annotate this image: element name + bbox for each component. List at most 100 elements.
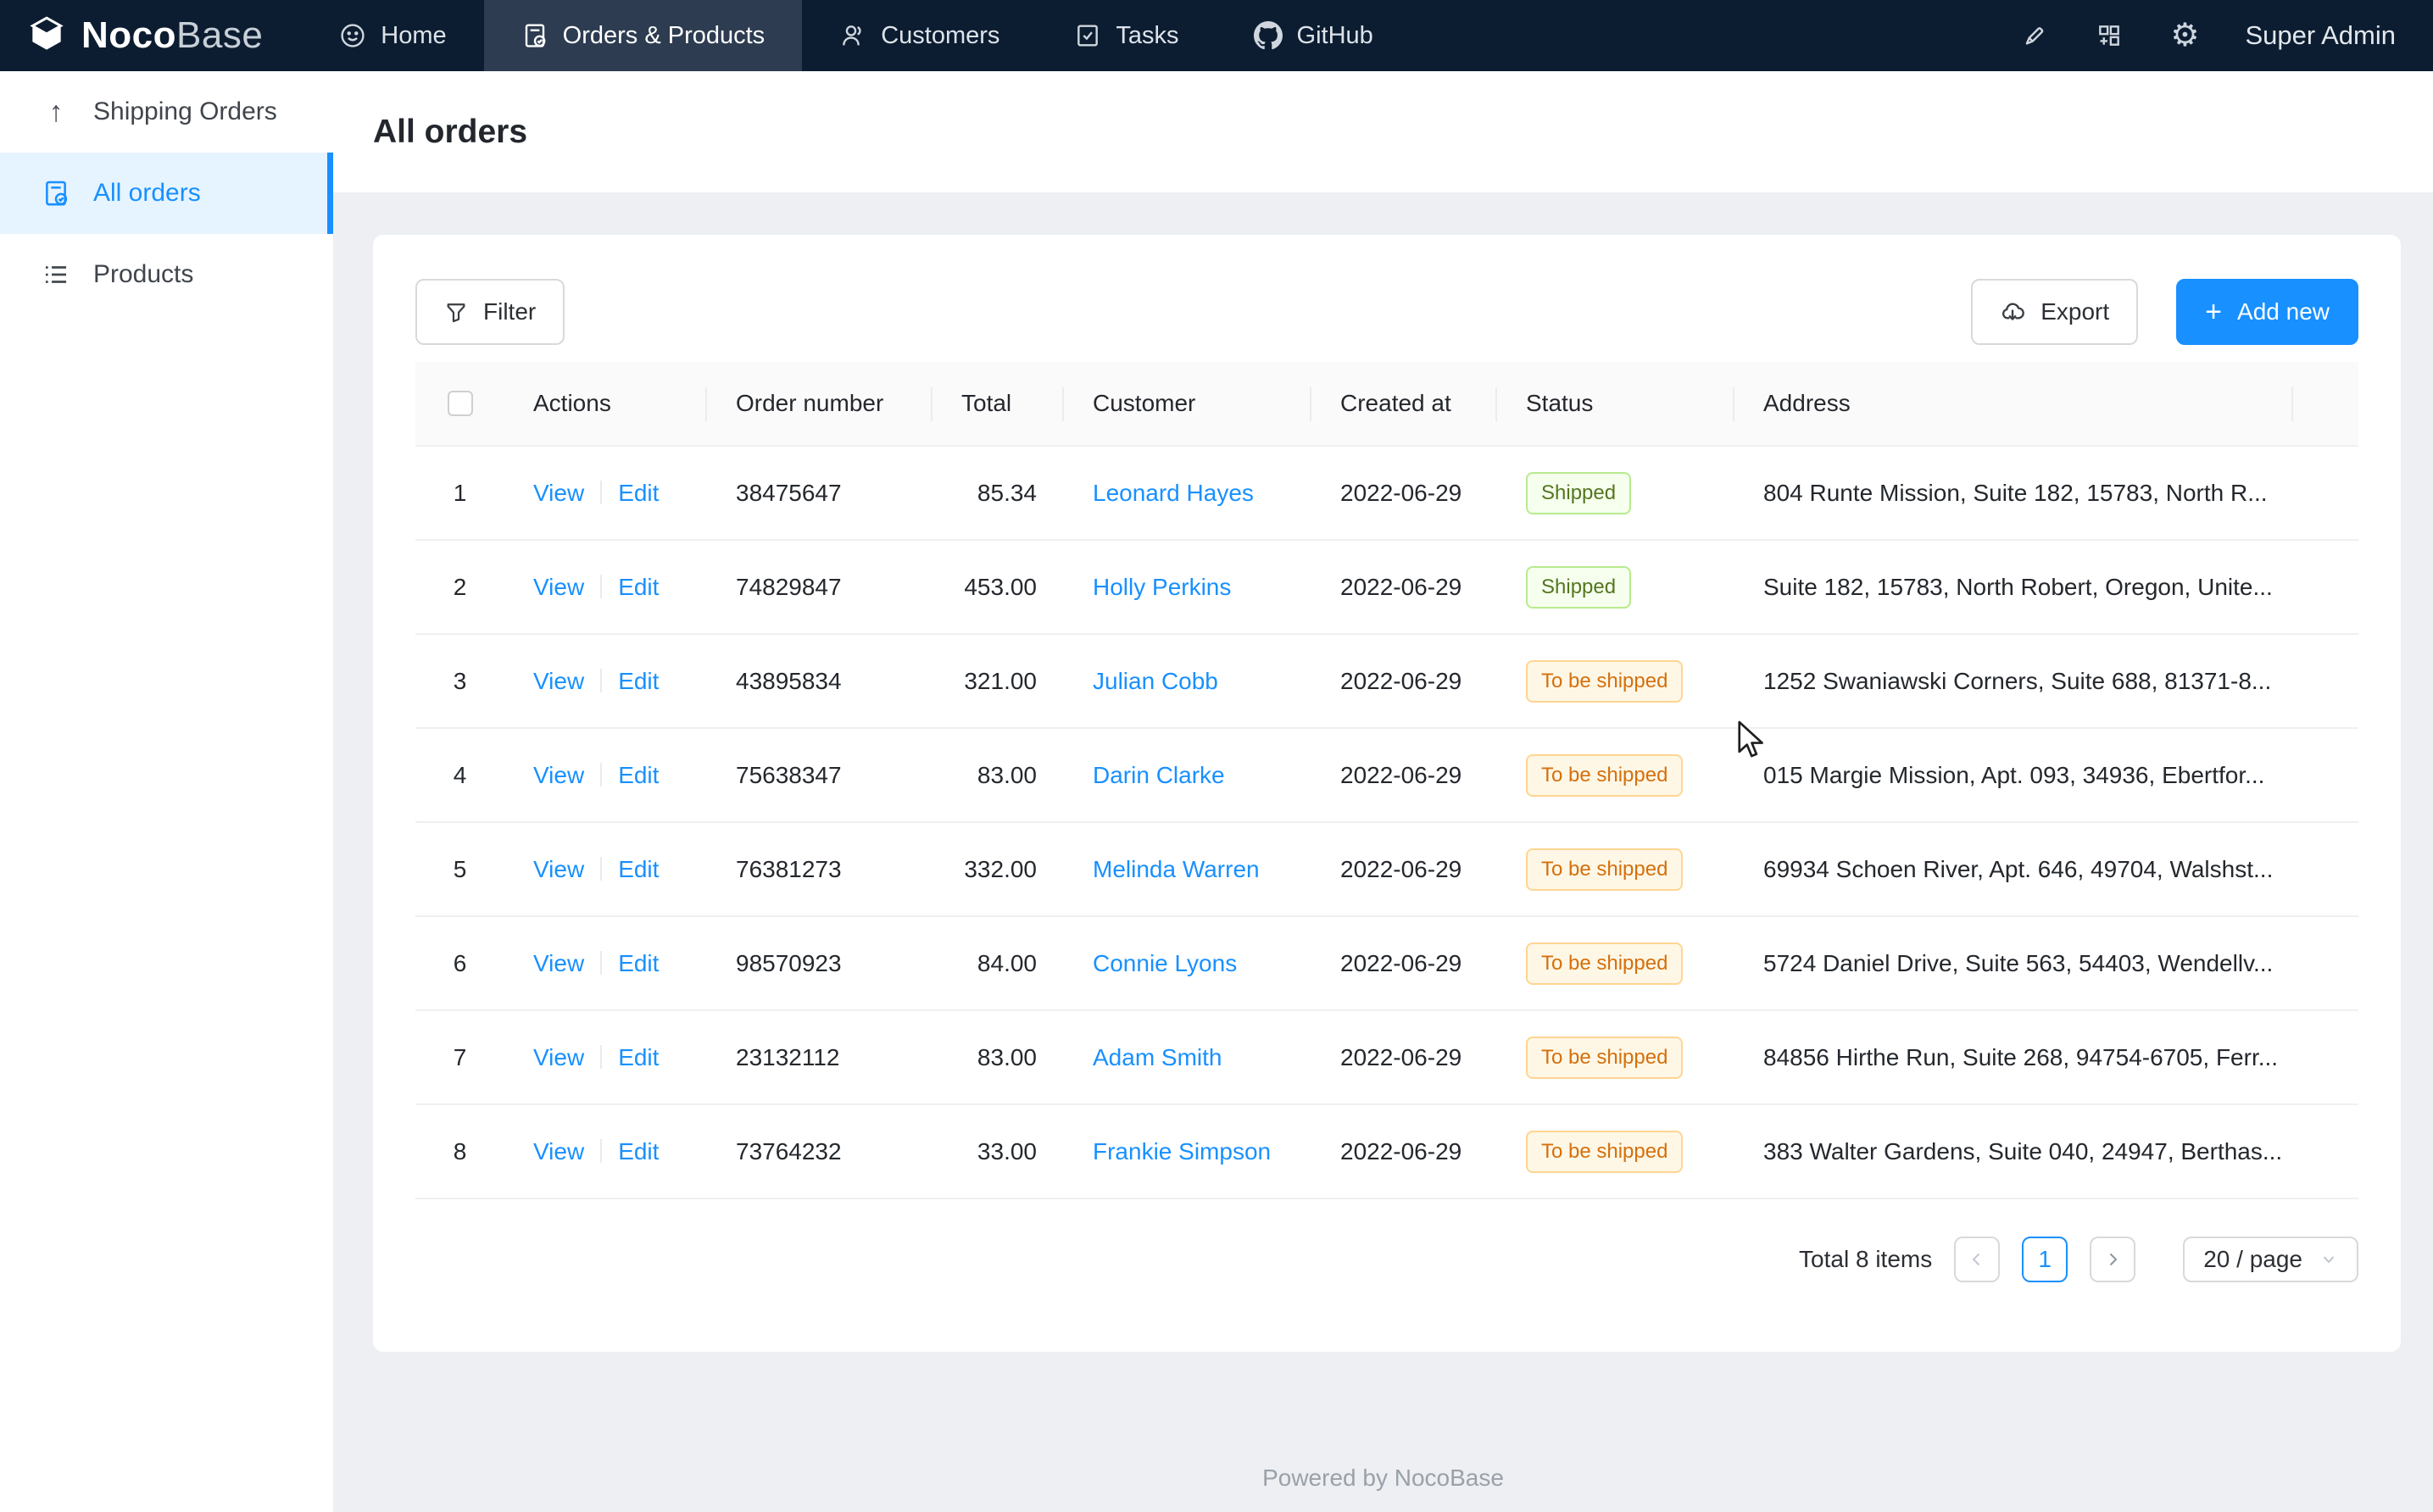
customer-link[interactable]: Julian Cobb: [1093, 668, 1218, 694]
customer-cell: Frankie Simpson: [1064, 1138, 1311, 1165]
table-row: 2 ViewEdit 74829847 453.00 Holly Perkins…: [415, 541, 2358, 635]
created-at-cell: 2022-06-29: [1311, 480, 1497, 507]
ui-editor-button[interactable]: [1997, 0, 2072, 71]
gear-icon: ⚙: [2170, 19, 2199, 52]
page-1-button[interactable]: 1: [2022, 1237, 2068, 1282]
edit-link[interactable]: Edit: [618, 856, 659, 882]
address-cell: 1252 Swaniawski Corners, Suite 688, 8137…: [1734, 668, 2293, 695]
person-icon: [839, 22, 866, 49]
customer-link[interactable]: Holly Perkins: [1093, 574, 1231, 600]
plugin-manager-button[interactable]: [2072, 0, 2146, 71]
order-number-cell: 74829847: [707, 574, 933, 601]
header-order-number: Order number: [707, 362, 933, 445]
total-cell: 33.00: [933, 1138, 1064, 1165]
row-index: 2: [415, 574, 504, 601]
header-total: Total: [933, 362, 1064, 445]
header-status: Status: [1497, 362, 1734, 445]
settings-button[interactable]: ⚙: [2146, 0, 2223, 71]
view-link[interactable]: View: [533, 480, 584, 506]
view-link[interactable]: View: [533, 1138, 584, 1165]
order-number-cell: 23132112: [707, 1044, 933, 1071]
filter-funnel-icon: [444, 300, 468, 324]
view-link[interactable]: View: [533, 950, 584, 976]
nav-item-github[interactable]: GitHub: [1216, 0, 1411, 71]
nocobase-logo[interactable]: NocoBase: [0, 14, 302, 57]
row-index: 6: [415, 950, 504, 977]
header-extra: [2293, 362, 2358, 445]
header-customer: Customer: [1064, 362, 1311, 445]
customer-cell: Darin Clarke: [1064, 762, 1311, 789]
edit-link[interactable]: Edit: [618, 668, 659, 694]
add-new-button[interactable]: + Add new: [2176, 279, 2358, 345]
page-size-select[interactable]: 20 / page: [2183, 1237, 2358, 1282]
nav-item-label: Customers: [881, 22, 999, 50]
created-at-cell: 2022-06-29: [1311, 950, 1497, 977]
edit-link[interactable]: Edit: [618, 574, 659, 600]
nav-item-label: GitHub: [1297, 22, 1373, 50]
order-document-icon: [521, 22, 548, 49]
table-row: 7 ViewEdit 23132112 83.00 Adam Smith 202…: [415, 1011, 2358, 1105]
total-cell: 85.34: [933, 480, 1064, 507]
view-link[interactable]: View: [533, 762, 584, 788]
top-navbar: NocoBase Home Orders & Products: [0, 0, 2433, 71]
next-page-button[interactable]: [2090, 1237, 2135, 1282]
user-menu[interactable]: Super Admin: [2246, 20, 2397, 51]
highlighter-icon: [2021, 22, 2048, 49]
sidebar-item-label: Products: [93, 260, 193, 289]
edit-link[interactable]: Edit: [618, 950, 659, 976]
customer-link[interactable]: Melinda Warren: [1093, 856, 1260, 882]
sidebar-item-shipping-orders[interactable]: ↑ Shipping Orders: [0, 71, 333, 153]
nav-item-tasks[interactable]: Tasks: [1037, 0, 1216, 71]
nocobase-logo-icon: [25, 14, 68, 57]
prev-page-button[interactable]: [1954, 1237, 2000, 1282]
nav-item-orders-products[interactable]: Orders & Products: [484, 0, 803, 71]
customer-cell: Julian Cobb: [1064, 668, 1311, 695]
export-button[interactable]: Export: [1971, 279, 2138, 345]
brand-light: Base: [176, 14, 263, 56]
edit-link[interactable]: Edit: [618, 480, 659, 506]
edit-link[interactable]: Edit: [618, 1138, 659, 1165]
select-all-checkbox[interactable]: [448, 391, 473, 416]
sidebar-item-products[interactable]: Products: [0, 234, 333, 315]
nav-item-home[interactable]: Home: [302, 0, 483, 71]
view-link[interactable]: View: [533, 856, 584, 882]
table-row: 1 ViewEdit 38475647 85.34 Leonard Hayes …: [415, 447, 2358, 541]
filter-button[interactable]: Filter: [415, 279, 565, 345]
edit-link[interactable]: Edit: [618, 1044, 659, 1070]
action-divider: [600, 1045, 602, 1069]
status-badge: To be shipped: [1526, 942, 1683, 985]
customer-cell: Adam Smith: [1064, 1044, 1311, 1071]
created-at-cell: 2022-06-29: [1311, 1044, 1497, 1071]
customer-link[interactable]: Frankie Simpson: [1093, 1138, 1271, 1165]
view-link[interactable]: View: [533, 668, 584, 694]
total-cell: 321.00: [933, 668, 1064, 695]
customer-link[interactable]: Connie Lyons: [1093, 950, 1237, 976]
table-header-row: Actions Order number Total Customer Crea…: [415, 362, 2358, 447]
edit-link[interactable]: Edit: [618, 762, 659, 788]
navbar-right: ⚙ Super Admin: [1997, 0, 2433, 71]
created-at-cell: 2022-06-29: [1311, 668, 1497, 695]
action-divider: [600, 481, 602, 504]
plus-icon: +: [2205, 297, 2222, 326]
action-divider: [600, 1139, 602, 1163]
created-at-cell: 2022-06-29: [1311, 1138, 1497, 1165]
customer-link[interactable]: Adam Smith: [1093, 1044, 1222, 1070]
action-divider: [600, 951, 602, 975]
customer-link[interactable]: Leonard Hayes: [1093, 480, 1254, 506]
view-link[interactable]: View: [533, 574, 584, 600]
address-cell: 69934 Schoen River, Apt. 646, 49704, Wal…: [1734, 856, 2293, 883]
sidebar: ↑ Shipping Orders All orders: [0, 71, 333, 1512]
total-cell: 83.00: [933, 1044, 1064, 1071]
status-badge: Shipped: [1526, 472, 1631, 514]
sidebar-item-all-orders[interactable]: All orders: [0, 153, 333, 234]
status-cell: To be shipped: [1497, 848, 1734, 891]
cloud-download-icon: [2000, 299, 2025, 325]
row-index: 5: [415, 856, 504, 883]
action-divider: [600, 575, 602, 598]
created-at-cell: 2022-06-29: [1311, 762, 1497, 789]
view-link[interactable]: View: [533, 1044, 584, 1070]
order-number-cell: 98570923: [707, 950, 933, 977]
customer-link[interactable]: Darin Clarke: [1093, 762, 1225, 788]
nav-item-customers[interactable]: Customers: [802, 0, 1037, 71]
row-actions: View Edit: [504, 856, 707, 883]
